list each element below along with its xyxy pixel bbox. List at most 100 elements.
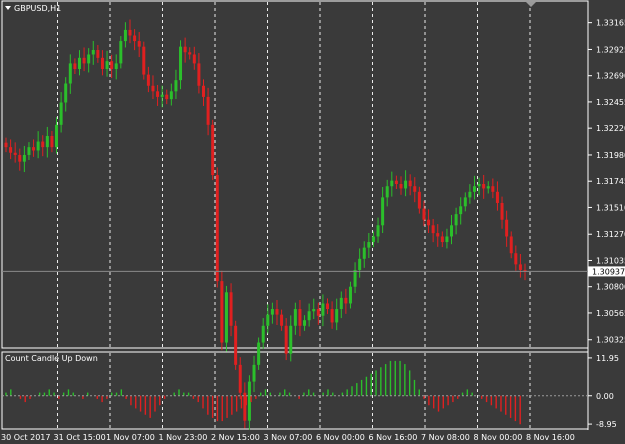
candle-bull	[123, 29, 127, 42]
candle-bull	[36, 141, 40, 151]
price-tick-label: 1.33165	[596, 19, 625, 28]
candle-bear	[133, 35, 137, 42]
candle-bear	[482, 183, 486, 189]
candle-bear	[137, 41, 141, 47]
time-tick-label: 6 Nov 00:00	[316, 433, 365, 442]
price-tick-label: 1.31980	[596, 151, 625, 160]
candle-bear	[229, 292, 233, 326]
time-tick-label: 8 Nov 16:00	[526, 433, 575, 442]
candle-bear	[206, 96, 210, 125]
candle-bull	[450, 225, 454, 237]
price-tick-label: 1.30800	[596, 283, 625, 292]
candle-bear	[417, 191, 421, 209]
candle-bear	[215, 175, 219, 282]
candle-bear	[394, 180, 398, 184]
candle-bear	[151, 85, 155, 92]
price-tick-label: 1.31745	[596, 177, 625, 186]
candle-bull	[385, 186, 389, 198]
time-tick-label: 7 Nov 08:00	[421, 433, 470, 442]
time-axis: 30 Oct 2017 31 Oct 15:00 1 Nov 07:00 1 Nov …	[1, 433, 575, 442]
candle-bear	[32, 147, 36, 151]
candle-bear	[500, 202, 504, 220]
candle-bear	[82, 57, 86, 64]
symbol-title[interactable]: GBPUSD,H1	[14, 4, 61, 13]
chart-background	[0, 0, 625, 444]
candle-bull	[312, 309, 316, 312]
candle-bear	[9, 147, 13, 153]
candle-bull	[445, 236, 449, 243]
candle-bear	[275, 309, 279, 315]
candle-bear	[491, 186, 495, 192]
candle-bear	[41, 141, 45, 148]
candle-bear	[509, 236, 513, 254]
candle-bull	[261, 325, 265, 343]
indicator-tick-label: 0.00	[596, 392, 614, 401]
candle-bear	[234, 325, 238, 365]
price-tick-label: 1.31035	[596, 256, 625, 265]
time-tick-label: 1 Nov 07:00	[106, 433, 155, 442]
indicator-tick-label: 11.95	[596, 354, 619, 363]
candle-bull	[270, 309, 274, 315]
time-tick-label: 31 Oct 15:00	[54, 433, 106, 442]
candle-bull	[68, 63, 72, 84]
candle-bear	[436, 233, 440, 237]
price-tick-label: 1.32455	[596, 98, 625, 107]
candle-bear	[197, 63, 201, 86]
candle-bear	[316, 309, 320, 316]
candle-bull	[381, 197, 385, 226]
candle-bull	[179, 46, 183, 81]
trading-chart[interactable]: 1.33165 1.32925 1.32690 1.32455 1.32220 1.319…	[0, 0, 625, 444]
candle-bull	[289, 325, 293, 354]
candle-bear	[422, 208, 426, 220]
candle-bear	[201, 85, 205, 97]
indicator-tick-label: -8.95	[596, 420, 617, 429]
candle-bull	[252, 364, 256, 382]
candle-bear	[100, 57, 104, 69]
candle-bull	[22, 154, 26, 162]
candle-bull	[174, 80, 178, 92]
candle-bull	[463, 197, 467, 207]
candle-bear	[4, 142, 8, 148]
candle-bear	[431, 225, 435, 234]
price-tick-label: 1.30325	[596, 336, 625, 345]
candle-bear	[211, 124, 215, 176]
candle-bear	[128, 29, 132, 36]
indicator-title: Count Candle Up Down	[5, 354, 98, 363]
candle-bear	[280, 314, 284, 326]
candle-bear	[13, 152, 17, 155]
candle-bear	[518, 264, 522, 270]
candle-bull	[91, 50, 95, 55]
price-tick-label: 1.31510	[596, 203, 625, 212]
candle-bull	[339, 297, 343, 310]
candle-bull	[353, 269, 357, 287]
candle-bear	[156, 91, 160, 97]
candle-bull	[362, 247, 366, 259]
candle-bear	[344, 297, 348, 304]
candle-bear	[110, 61, 114, 69]
candle-bear	[495, 191, 499, 203]
candle-bear	[183, 46, 187, 53]
candle-bull	[321, 303, 325, 316]
price-tick-label: 1.32220	[596, 124, 625, 133]
time-tick-label: 6 Nov 16:00	[369, 433, 418, 442]
candle-bull	[114, 63, 118, 69]
candle-bull	[257, 342, 261, 365]
candle-bear	[96, 50, 100, 58]
candle-bull	[293, 309, 297, 326]
candle-bear	[427, 219, 431, 226]
current-price-label: 1.30937	[592, 267, 625, 276]
time-tick-label: 30 Oct 2017	[1, 433, 50, 442]
candle-bull	[169, 91, 173, 100]
price-tick-label: 1.32925	[596, 45, 625, 54]
candle-bear	[146, 74, 150, 86]
candle-bull	[45, 135, 49, 148]
candle-bear	[408, 180, 412, 187]
candle-bear	[18, 154, 22, 162]
candle-bull	[59, 102, 63, 125]
candle-bear	[514, 253, 518, 265]
candle-bull	[404, 180, 408, 189]
candle-bear	[298, 309, 302, 326]
candle-bull	[371, 236, 375, 243]
candle-bull	[119, 41, 123, 64]
candle-bull	[160, 94, 164, 97]
